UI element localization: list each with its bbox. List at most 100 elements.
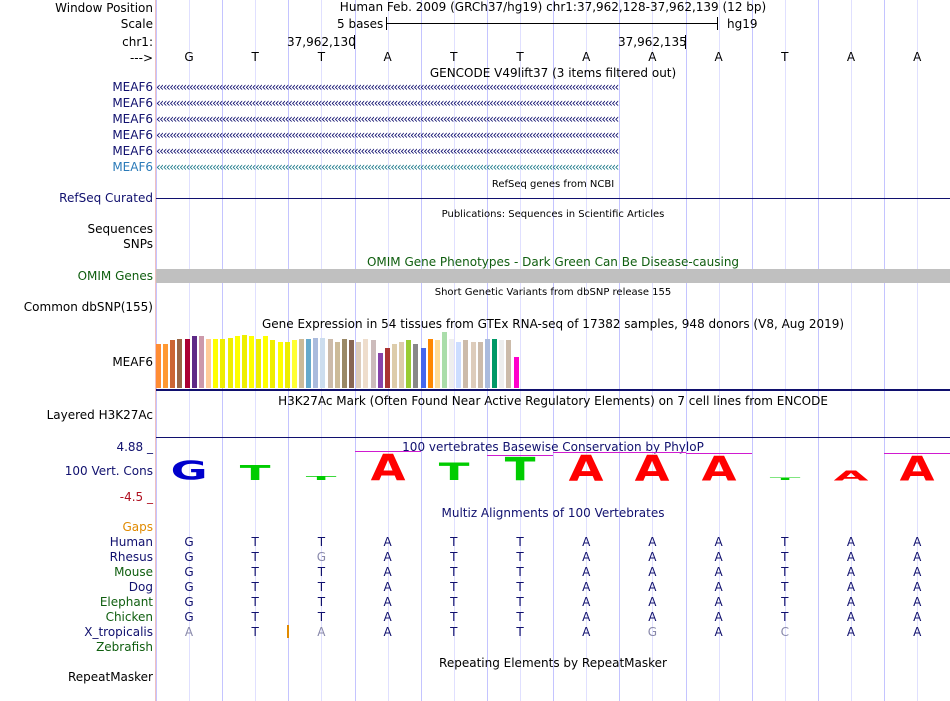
gtex-tissue-bar[interactable] (391, 344, 397, 388)
phylop-logo[interactable]: GTTATTAAATAA (156, 440, 950, 506)
aligned-base: A (714, 610, 723, 624)
omim-label[interactable]: OMIM Genes (78, 269, 153, 283)
dbsnp-label[interactable]: Common dbSNP(155) (24, 300, 153, 314)
gtex-tissue-bar[interactable] (248, 336, 254, 388)
gtex-tissue-bar[interactable] (456, 342, 462, 388)
gtex-tissue-bar[interactable] (256, 338, 262, 388)
gtex-tissue-bar[interactable] (363, 338, 369, 388)
gtex-tissue-bar[interactable] (349, 340, 355, 388)
gencode-transcript-label[interactable]: MEAF6 (112, 144, 153, 158)
species-label[interactable]: Elephant (100, 595, 153, 609)
gtex-tissue-bar[interactable] (198, 336, 204, 388)
species-label[interactable]: Mouse (114, 565, 153, 579)
gtex-tissue-bar[interactable] (270, 340, 276, 388)
gtex-tissue-bar[interactable] (206, 338, 212, 388)
gtex-tissue-bar[interactable] (449, 338, 455, 388)
gtex-tissue-bar[interactable] (306, 338, 312, 388)
omim-gene-bar[interactable] (156, 269, 950, 283)
multiz-track-title[interactable]: Multiz Alignments of 100 Vertebrates (156, 506, 950, 520)
gencode-transcript[interactable]: ‹‹‹‹‹‹‹‹‹‹‹‹‹‹‹‹‹‹‹‹‹‹‹‹‹‹‹‹‹‹‹‹‹‹‹‹‹‹‹‹… (156, 96, 950, 110)
gtex-track-title[interactable]: Gene Expression in 54 tissues from GTEx … (156, 317, 950, 331)
gtex-tissue-bar[interactable] (277, 342, 283, 388)
gtex-tissue-bar[interactable] (499, 340, 505, 388)
gtex-tissue-bar[interactable] (334, 342, 340, 388)
gtex-tissue-bar[interactable] (413, 344, 419, 388)
species-label[interactable]: X_tropicalis (84, 625, 153, 639)
gtex-tissue-bar[interactable] (384, 347, 390, 388)
species-label[interactable]: Rhesus (110, 550, 153, 564)
gencode-transcript[interactable]: ‹‹‹‹‹‹‹‹‹‹‹‹‹‹‹‹‹‹‹‹‹‹‹‹‹‹‹‹‹‹‹‹‹‹‹‹‹‹‹‹… (156, 160, 950, 174)
phylop-label[interactable]: 100 Vert. Cons (65, 464, 153, 478)
gtex-tissue-bar[interactable] (163, 344, 169, 388)
gencode-transcript-label[interactable]: MEAF6 (112, 160, 153, 174)
gtex-tissue-bar[interactable] (341, 338, 347, 388)
gtex-tissue-bar[interactable] (227, 337, 233, 388)
gaps-label[interactable]: Gaps (122, 520, 153, 534)
gtex-tissue-bar[interactable] (399, 342, 405, 388)
gtex-tissue-bar[interactable] (263, 336, 269, 388)
gtex-tissue-bar[interactable] (220, 338, 226, 388)
gtex-tissue-bar[interactable] (291, 340, 297, 388)
dbsnp-track-title[interactable]: Short Genetic Variants from dbSNP releas… (156, 286, 950, 300)
gtex-tissue-bar[interactable] (492, 338, 498, 388)
gtex-tissue-bar[interactable] (327, 338, 333, 388)
gtex-tissue-bar[interactable] (420, 347, 426, 388)
gtex-tissue-bar[interactable] (406, 340, 412, 388)
gtex-tissue-bar[interactable] (241, 334, 247, 388)
gtex-bar-chart[interactable] (156, 332, 536, 388)
gtex-tissue-bar[interactable] (320, 337, 326, 388)
repeatmasker-label[interactable]: RepeatMasker (68, 670, 153, 684)
gtex-tissue-bar[interactable] (442, 332, 447, 388)
gtex-tissue-bar[interactable] (470, 342, 476, 388)
genome-browser-image[interactable]: Window Position Scale chr1: ---> Human F… (0, 0, 950, 701)
aligned-base: T (251, 625, 259, 639)
gtex-tissue-bar[interactable] (313, 337, 319, 388)
snps-label[interactable]: SNPs (123, 237, 153, 251)
omim-track-title[interactable]: OMIM Gene Phenotypes - Dark Green Can Be… (156, 255, 950, 269)
aligned-base: A (714, 580, 723, 594)
aligned-base: A (714, 625, 723, 639)
gtex-tissue-bar[interactable] (213, 338, 219, 388)
gtex-tissue-bar[interactable] (513, 357, 519, 388)
h3k27ac-track-title[interactable]: H3K27Ac Mark (Often Found Near Active Re… (156, 394, 950, 408)
aligned-base: A (846, 535, 856, 549)
refseq-label[interactable]: RefSeq Curated (59, 191, 153, 205)
gencode-transcript-label[interactable]: MEAF6 (112, 80, 153, 94)
gencode-transcript-label[interactable]: MEAF6 (112, 128, 153, 142)
gtex-tissue-bar[interactable] (434, 340, 440, 388)
refseq-track-title[interactable]: RefSeq genes from NCBI (156, 178, 950, 192)
species-label[interactable]: Zebrafish (96, 640, 153, 654)
gtex-tissue-bar[interactable] (170, 340, 176, 388)
gtex-tissue-bar[interactable] (284, 342, 290, 388)
gencode-transcript[interactable]: ‹‹‹‹‹‹‹‹‹‹‹‹‹‹‹‹‹‹‹‹‹‹‹‹‹‹‹‹‹‹‹‹‹‹‹‹‹‹‹‹… (156, 112, 950, 126)
species-label[interactable]: Human (110, 535, 153, 549)
gtex-tissue-bar[interactable] (184, 338, 190, 388)
repeatmasker-track-title[interactable]: Repeating Elements by RepeatMasker (156, 656, 950, 670)
gtex-tissue-bar[interactable] (356, 342, 362, 388)
gtex-tissue-bar[interactable] (370, 340, 376, 388)
gtex-tissue-bar[interactable] (299, 338, 304, 388)
sequences-label[interactable]: Sequences (88, 222, 153, 236)
gtex-tissue-bar[interactable] (477, 342, 483, 388)
gtex-tissue-bar[interactable] (377, 353, 383, 388)
species-label[interactable]: Chicken (106, 610, 153, 624)
gtex-tissue-bar[interactable] (484, 338, 490, 388)
h3k27ac-label[interactable]: Layered H3K27Ac (47, 408, 153, 422)
gencode-transcript[interactable]: ‹‹‹‹‹‹‹‹‹‹‹‹‹‹‹‹‹‹‹‹‹‹‹‹‹‹‹‹‹‹‹‹‹‹‹‹‹‹‹‹… (156, 80, 950, 94)
gencode-track-title[interactable]: GENCODE V49lift37 (3 items filtered out) (156, 66, 950, 80)
gtex-tissue-bar[interactable] (506, 340, 512, 388)
gtex-tissue-bar[interactable] (234, 336, 240, 388)
gtex-tissue-bar[interactable] (463, 340, 469, 388)
gtex-tissue-bar[interactable] (191, 336, 197, 388)
gtex-label[interactable]: MEAF6 (112, 355, 153, 369)
species-label[interactable]: Dog (129, 580, 153, 594)
gencode-transcript[interactable]: ‹‹‹‹‹‹‹‹‹‹‹‹‹‹‹‹‹‹‹‹‹‹‹‹‹‹‹‹‹‹‹‹‹‹‹‹‹‹‹‹… (156, 128, 950, 142)
gtex-tissue-bar[interactable] (156, 344, 161, 388)
gencode-transcript-label[interactable]: MEAF6 (112, 112, 153, 126)
gtex-tissue-bar[interactable] (177, 338, 183, 388)
gencode-transcript[interactable]: ‹‹‹‹‹‹‹‹‹‹‹‹‹‹‹‹‹‹‹‹‹‹‹‹‹‹‹‹‹‹‹‹‹‹‹‹‹‹‹‹… (156, 144, 950, 158)
publications-track-title[interactable]: Publications: Sequences in Scientific Ar… (156, 208, 950, 222)
refseq-gene-line[interactable] (156, 198, 950, 199)
gtex-tissue-bar[interactable] (427, 338, 433, 388)
gencode-transcript-label[interactable]: MEAF6 (112, 96, 153, 110)
